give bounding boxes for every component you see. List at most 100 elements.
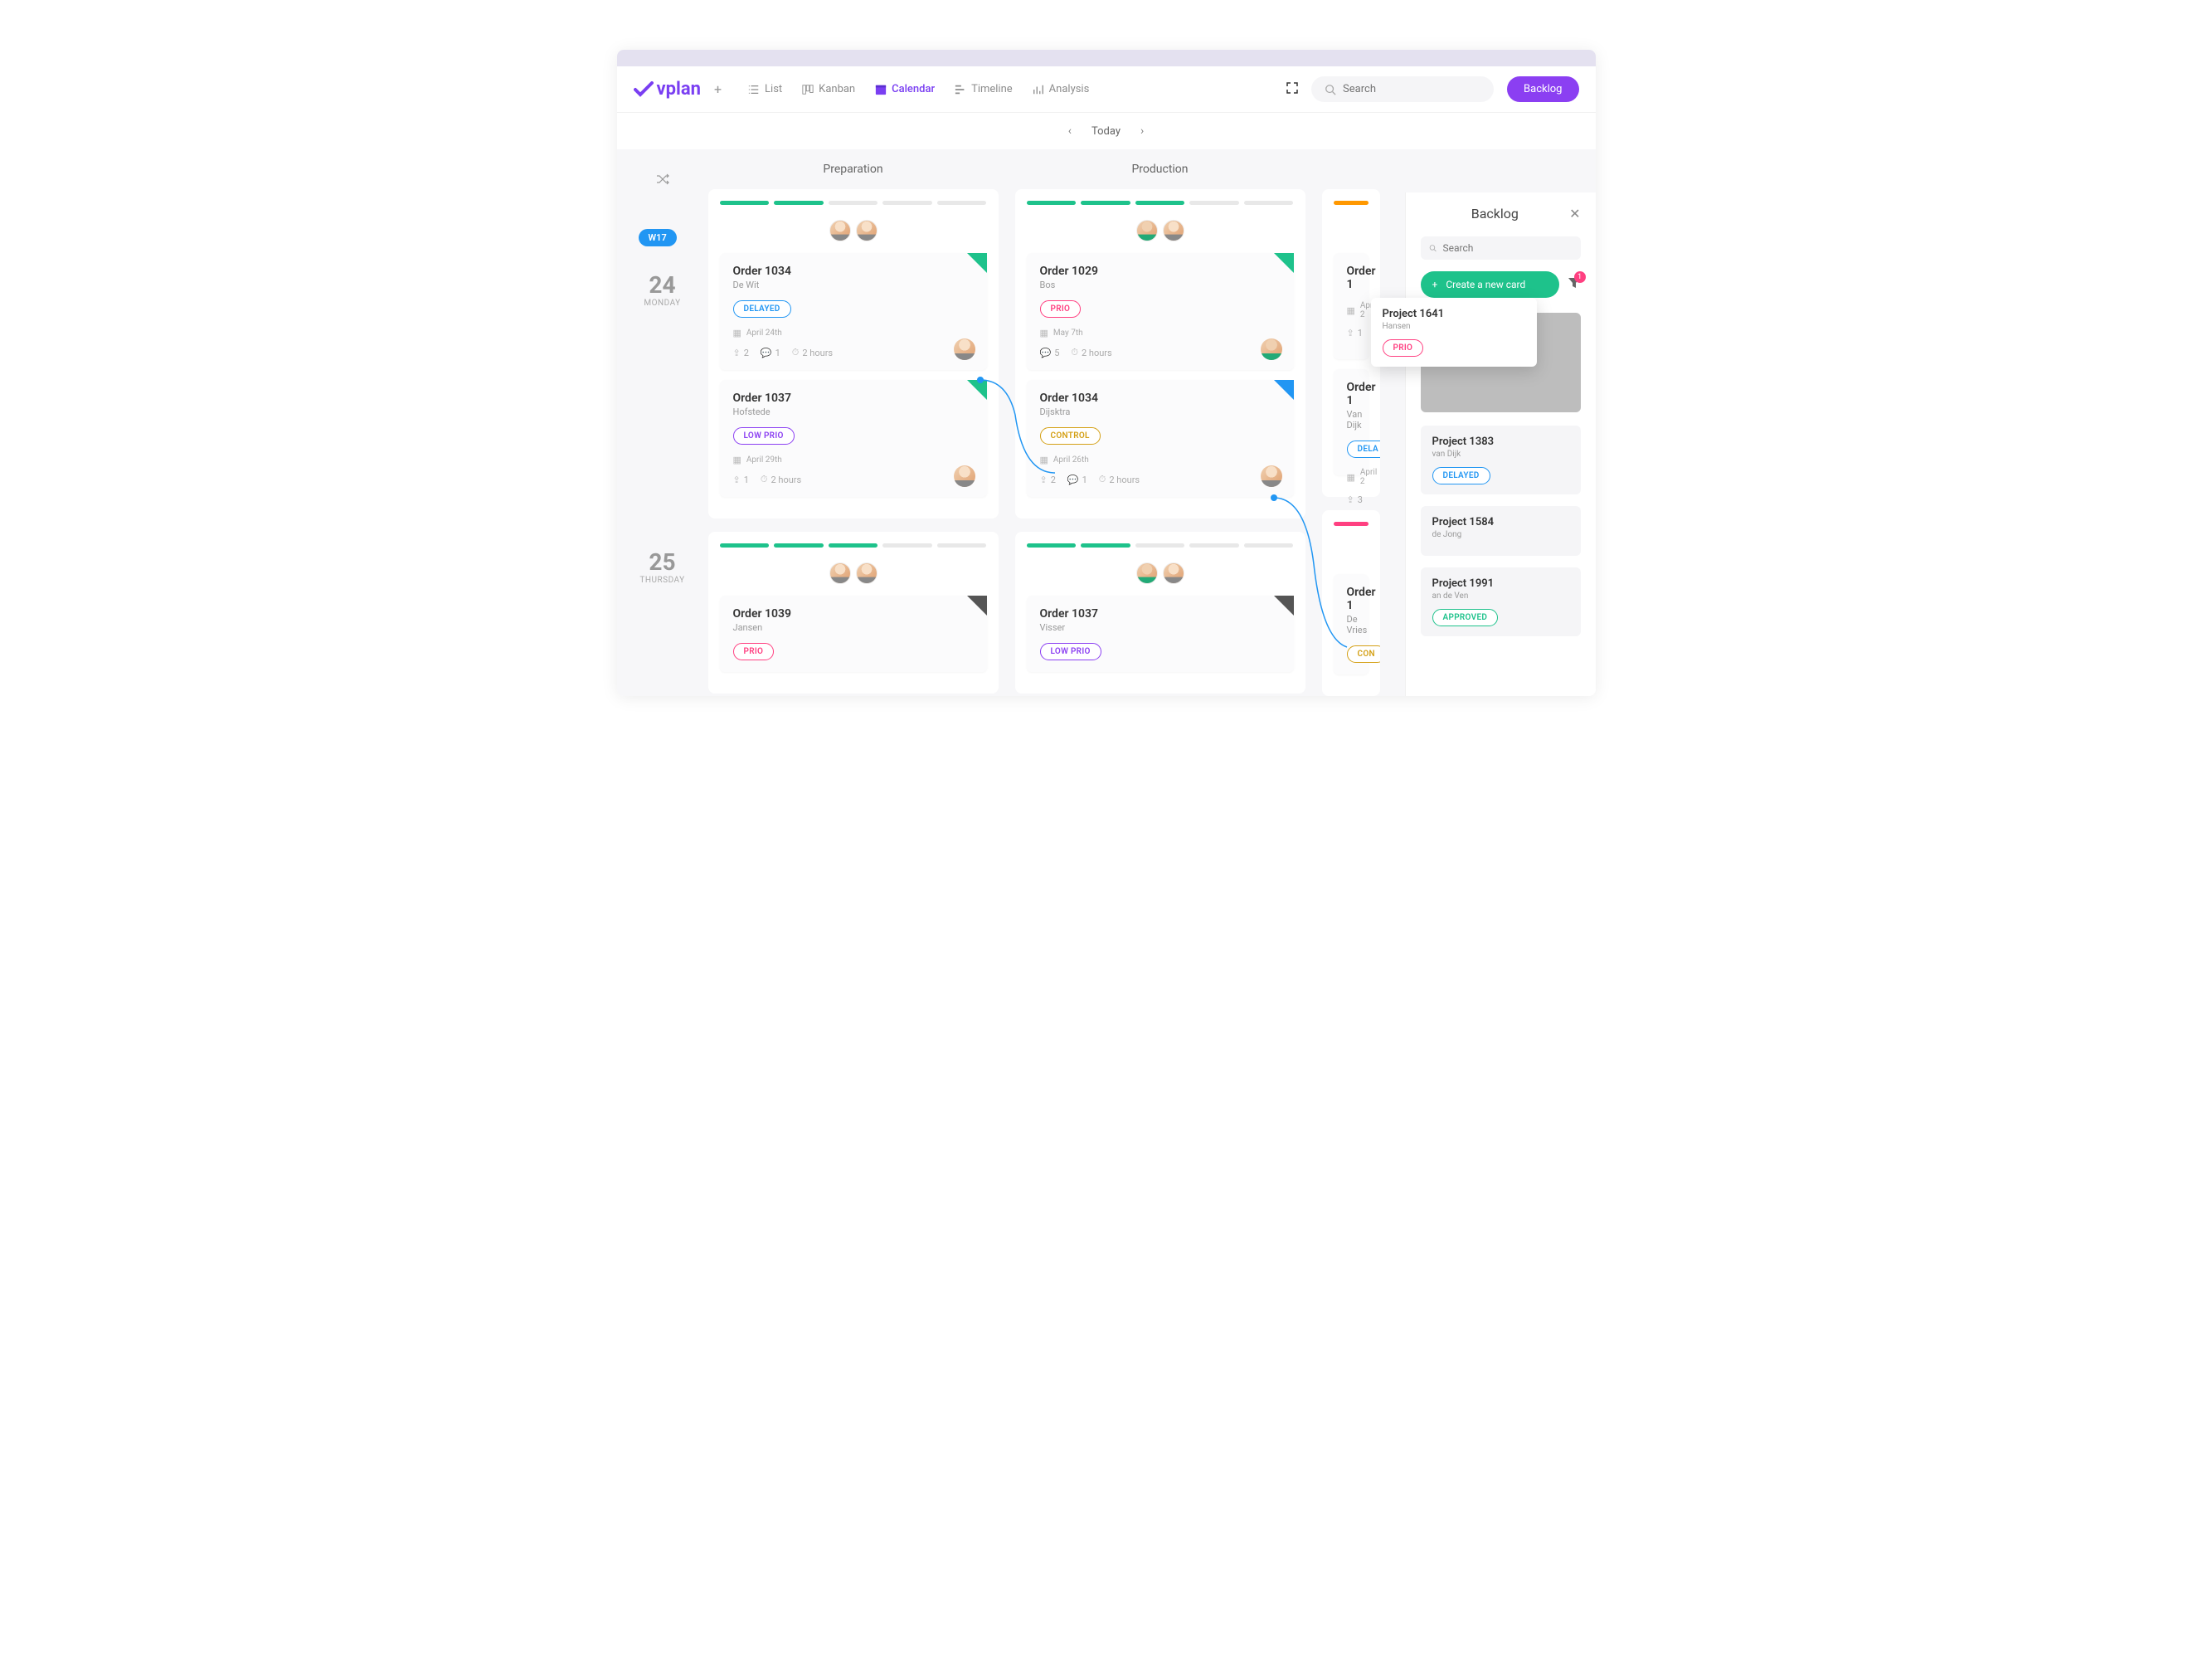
- tag-control: CONTROL: [1040, 427, 1101, 445]
- avatar[interactable]: [1163, 562, 1184, 584]
- card-order-1034-prod[interactable]: Order 1034 Dijsktra CONTROL ▦April 26th …: [1027, 380, 1294, 497]
- analysis-icon: [1033, 84, 1044, 95]
- search-box[interactable]: [1311, 76, 1494, 102]
- top-header: vplan + List Kanban Calendar Timeline: [617, 66, 1596, 113]
- upload-stat: ⇪1: [733, 475, 749, 485]
- backlog-panel: Backlog ✕ + Create a new card 1 Proj: [1405, 192, 1596, 696]
- card-stats: 💬5 ⏱2 hours: [1040, 347, 1281, 358]
- fullscreen-icon[interactable]: [1286, 81, 1298, 97]
- search-icon: [1325, 84, 1336, 95]
- avatar[interactable]: [1163, 220, 1184, 241]
- backlog-button[interactable]: Backlog: [1507, 76, 1578, 102]
- card-partial[interactable]: Order 1 De Vries CON: [1334, 574, 1369, 674]
- avatar[interactable]: [856, 220, 878, 241]
- upload-stat: ⇪2: [733, 348, 749, 358]
- week-badge: W17: [639, 229, 677, 246]
- tag-approved: APPROVED: [1432, 609, 1499, 626]
- list-icon: [748, 84, 760, 95]
- clock-icon: ⏱: [1099, 474, 1106, 485]
- card-order-1029[interactable]: Order 1029 Bos PRIO ▦May 7th 💬5 ⏱2 hours: [1027, 253, 1294, 370]
- corner-icon: [967, 596, 987, 616]
- upload-icon: ⇪: [733, 348, 741, 358]
- filter-icon[interactable]: 1: [1568, 276, 1581, 293]
- prev-day[interactable]: ‹: [1068, 124, 1072, 138]
- tag-prio: PRIO: [733, 643, 775, 660]
- avatar[interactable]: [856, 562, 878, 584]
- card-order-1034[interactable]: Order 1034 De Wit DELAYED ▦April 24th ⇪2…: [720, 253, 987, 370]
- time-stat: ⏱2 hours: [1099, 474, 1140, 485]
- progress-bar: [1015, 532, 1305, 556]
- create-card-button[interactable]: + Create a new card: [1421, 271, 1559, 298]
- nav-analysis[interactable]: Analysis: [1033, 83, 1090, 95]
- day-25: 25 THURSDAY: [617, 548, 708, 585]
- due-date: ▦April 26th: [1040, 455, 1281, 465]
- window-titlebar: [617, 50, 1596, 66]
- tag-delayed: DELAYED: [733, 300, 791, 318]
- assignee-avatar[interactable]: [1261, 338, 1282, 360]
- assignee-avatar[interactable]: [1261, 465, 1282, 487]
- add-button[interactable]: +: [714, 81, 722, 97]
- chat-stat: 💬5: [1040, 348, 1060, 358]
- backlog-dropzone[interactable]: Project 1641 Hansen PRIO: [1421, 313, 1581, 412]
- backlog-card[interactable]: Project 1991 an de Ven APPROVED: [1421, 567, 1581, 636]
- next-day[interactable]: ›: [1140, 124, 1144, 138]
- backlog-card[interactable]: Project 1383 van Dijk DELAYED: [1421, 426, 1581, 494]
- timeline-icon: [955, 84, 966, 95]
- nav-kanban[interactable]: Kanban: [802, 83, 855, 95]
- time-stat: ⏱2 hours: [1071, 347, 1111, 358]
- column-avatars: [708, 556, 999, 596]
- card-partial[interactable]: Order 1 Van Dijk DELA ▦April 2 ⇪3: [1334, 369, 1369, 475]
- avatar[interactable]: [829, 562, 851, 584]
- backlog-card-dragging[interactable]: Project 1641 Hansen PRIO: [1371, 298, 1537, 367]
- tag-delayed: DELA: [1347, 441, 1380, 458]
- col-header-production: Production: [1015, 163, 1305, 189]
- assignee-avatar[interactable]: [954, 465, 975, 487]
- tag-prio: PRIO: [1040, 300, 1082, 318]
- search-input[interactable]: [1343, 83, 1480, 95]
- filter-count-badge: 1: [1574, 271, 1586, 283]
- card-order-1037[interactable]: Order 1037 Hofstede LOW PRIO ▦April 29th…: [720, 380, 987, 497]
- corner-icon: [967, 253, 987, 273]
- column-preparation: Preparation Order 1034 De Wit DELAYED ▦A…: [708, 163, 999, 696]
- column-production: Production Order 1029 Bos PRIO ▦May 7th: [1015, 163, 1305, 696]
- backlog-card[interactable]: Project 1584 de Jong: [1421, 506, 1581, 556]
- assignee-avatar[interactable]: [954, 338, 975, 360]
- due-date: ▦April 24th: [733, 328, 974, 338]
- backlog-search[interactable]: [1421, 236, 1581, 260]
- kanban-icon: [802, 84, 814, 95]
- card-order-1037-prod[interactable]: Order 1037 Visser LOW PRIO: [1027, 596, 1294, 672]
- logo: vplan: [634, 79, 701, 100]
- card-partial[interactable]: Order 1 ▦April 2 ⇪1: [1334, 253, 1369, 359]
- backlog-list: Project 1383 van Dijk DELAYED Project 15…: [1421, 426, 1581, 636]
- chat-icon: 💬: [1067, 475, 1079, 485]
- time-stat: ⏱2 hours: [761, 474, 801, 485]
- due-date: ▦April 2: [1347, 301, 1355, 319]
- avatar[interactable]: [1136, 562, 1158, 584]
- column-avatars: [708, 213, 999, 253]
- due-date: ▦April 29th: [733, 455, 974, 465]
- close-icon[interactable]: ✕: [1569, 206, 1580, 221]
- card-order-1039[interactable]: Order 1039 Jansen PRIO: [720, 596, 987, 672]
- column-avatars: [1015, 213, 1305, 253]
- day-24: 24 MONDAY: [617, 271, 708, 308]
- date-rail: W17 24 MONDAY 25 THURSDAY: [617, 149, 708, 696]
- card-stats: ⇪2 💬1 ⏱2 hours: [733, 347, 974, 358]
- avatar[interactable]: [1136, 220, 1158, 241]
- tag-prio: PRIO: [1383, 339, 1424, 357]
- shuffle-icon[interactable]: [617, 166, 708, 209]
- nav-list[interactable]: List: [748, 83, 782, 95]
- tag-lowprio: LOW PRIO: [1040, 643, 1101, 660]
- date-nav: ‹ Today ›: [617, 113, 1596, 149]
- clock-icon: ⏱: [1071, 347, 1078, 358]
- upload-icon: ⇪: [1040, 475, 1048, 485]
- nav-timeline[interactable]: Timeline: [955, 83, 1013, 95]
- column-avatars: [1015, 556, 1305, 596]
- clock-icon: ⏱: [792, 347, 800, 358]
- backlog-search-input[interactable]: [1443, 242, 1573, 254]
- calendar-mini-icon: ▦: [1040, 455, 1048, 465]
- avatar[interactable]: [829, 220, 851, 241]
- nav-calendar[interactable]: Calendar: [875, 83, 935, 95]
- logo-check-icon: [634, 81, 654, 98]
- chat-stat: 💬1: [761, 348, 780, 358]
- today-label[interactable]: Today: [1091, 125, 1121, 138]
